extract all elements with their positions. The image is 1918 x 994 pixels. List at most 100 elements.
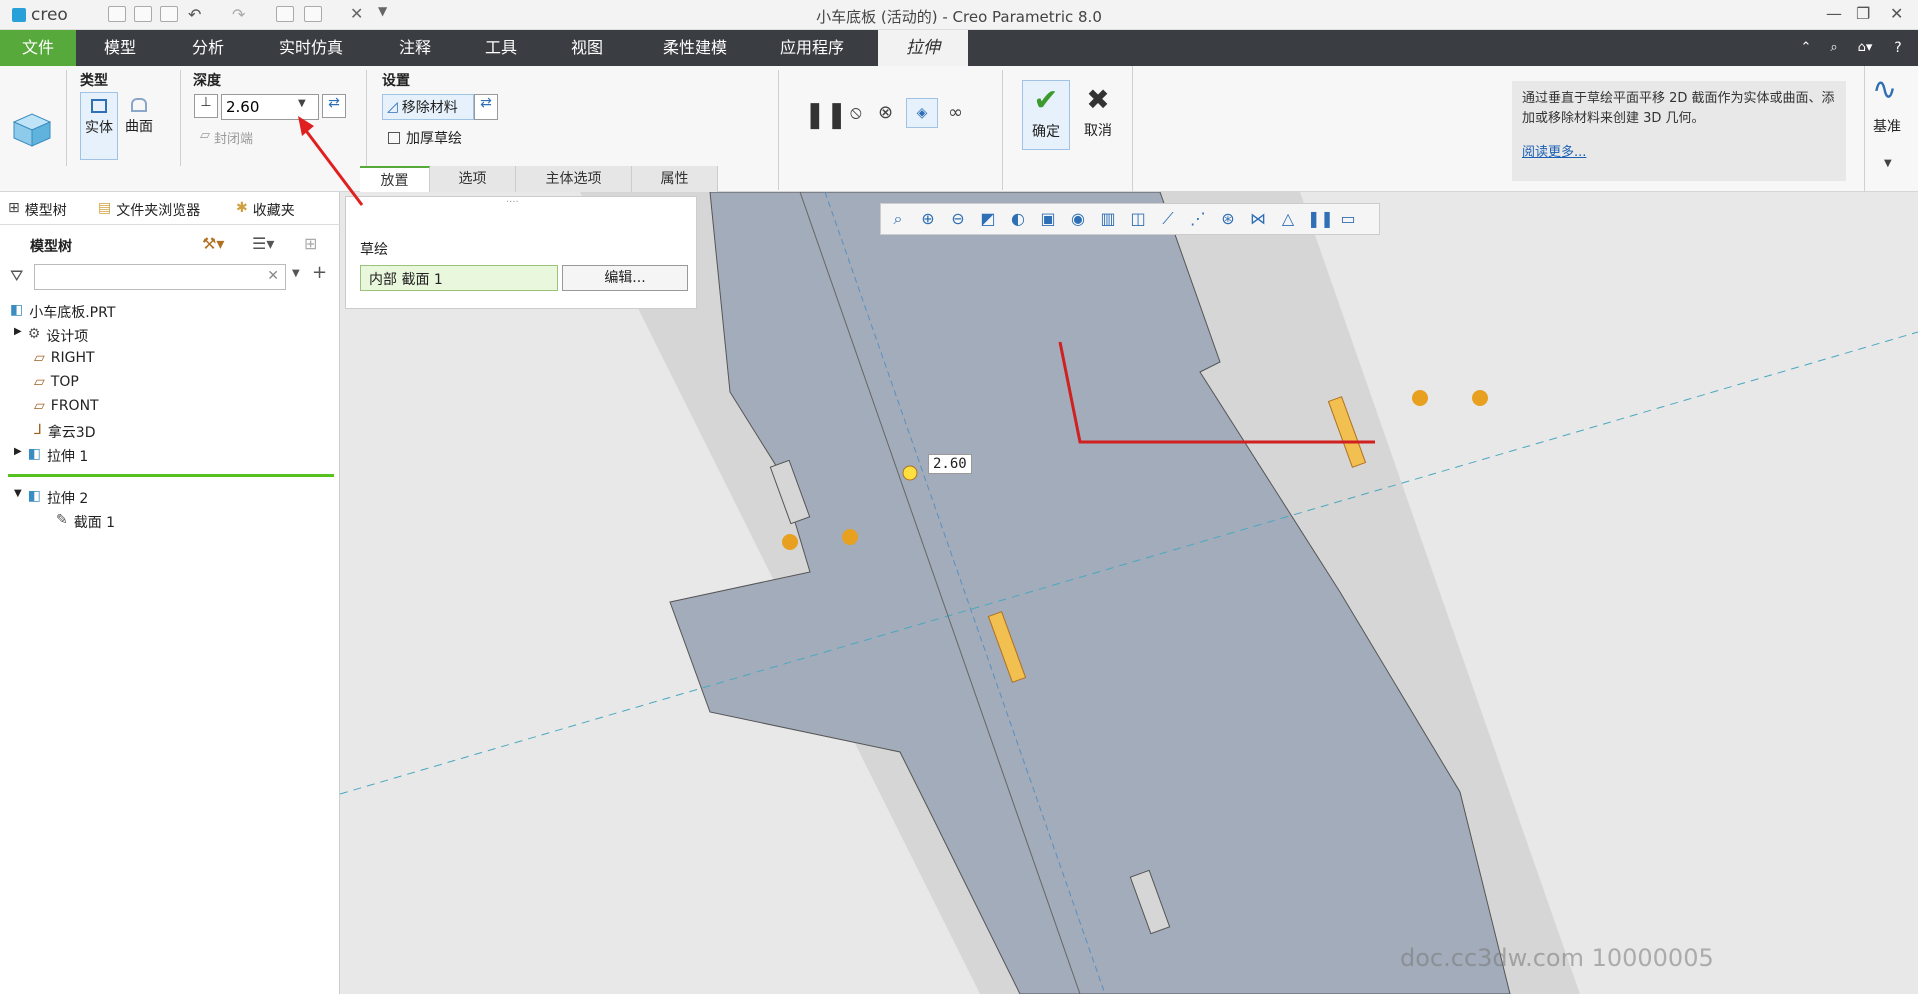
tab-placement[interactable]: 放置 xyxy=(360,166,430,192)
menu-view[interactable]: 视图 xyxy=(552,30,622,66)
tab-properties[interactable]: 属性 xyxy=(632,166,718,192)
model-tree-panel: ⊞ 模型树 ▤ 文件夹浏览器 ✱ 收藏夹 模型树 ⚒▾ ☰▾ ⊞ ⛛ ✕ ▼ + ◧ 小… xyxy=(0,192,340,994)
depth-group-label: 深度 xyxy=(193,73,221,89)
search-icon[interactable]: ⌕ xyxy=(1824,30,1844,66)
tree-item-section-1[interactable]: ✎ 截面 1 xyxy=(56,512,115,532)
minimize-icon[interactable]: — xyxy=(1826,4,1842,23)
tab-favorites[interactable]: ✱ 收藏夹 xyxy=(236,200,295,220)
tree-item-extrude-2[interactable]: ▼ ◧ 拉伸 2 xyxy=(14,488,88,508)
tree-item-design-items[interactable]: ▶ ⚙ 设计项 xyxy=(14,326,88,346)
verify-mode-icon[interactable]: ∞ xyxy=(948,102,963,123)
datum-display-icon[interactable]: ⟋ xyxy=(1157,208,1179,230)
remove-material-button[interactable]: ◿ 移除材料 xyxy=(382,94,474,120)
tab-body-options[interactable]: 主体选项 xyxy=(516,166,632,192)
read-more-link[interactable]: 阅读更多... xyxy=(1522,143,1836,163)
no-preview-icon[interactable]: ⦸ xyxy=(850,102,862,123)
flip-material-icon[interactable]: ⇄ xyxy=(474,94,498,120)
annotation-display-icon[interactable]: ⋰ xyxy=(1187,208,1209,230)
insert-indicator[interactable] xyxy=(8,474,334,477)
tree-item-extrude-1[interactable]: ▶ ◧ 拉伸 1 xyxy=(14,446,88,466)
expand-icon[interactable]: ▶ xyxy=(14,326,22,346)
add-filter-icon[interactable]: + xyxy=(312,262,327,283)
pause-view-icon[interactable]: ❚❚ xyxy=(1307,208,1334,230)
surface-icon xyxy=(131,98,147,112)
sketch-hole[interactable] xyxy=(782,534,798,550)
datum-label[interactable]: 基准 xyxy=(1873,116,1901,136)
drag-handle[interactable] xyxy=(902,465,918,481)
menu-file[interactable]: 文件 xyxy=(0,30,76,66)
menu-model[interactable]: 模型 xyxy=(86,30,154,66)
minimize-ribbon-icon[interactable]: ⌃ xyxy=(1796,30,1816,66)
cap-ends-option[interactable]: ▱ 封闭端 xyxy=(200,128,253,147)
tab-folder-browser[interactable]: ▤ 文件夹浏览器 xyxy=(98,200,200,220)
menu-flexible-modeling[interactable]: 柔性建模 xyxy=(650,30,740,66)
learning-icon[interactable]: ⌂▾ xyxy=(1850,30,1880,66)
menu-tools[interactable]: 工具 xyxy=(466,30,536,66)
maximize-icon[interactable]: ❐ xyxy=(1856,4,1870,23)
section-icon[interactable]: ◫ xyxy=(1127,208,1149,230)
sketch-hole[interactable] xyxy=(842,529,858,545)
folder-icon: ▤ xyxy=(98,200,112,216)
spin-center-icon[interactable]: ⊛ xyxy=(1217,208,1239,230)
watermark-area xyxy=(1780,932,1910,962)
tree-settings-icon[interactable]: ⚒▾ xyxy=(202,234,224,253)
tree-item-top[interactable]: ▱ TOP xyxy=(34,374,79,390)
tree-item-csys[interactable]: ⅃ 拿云3D xyxy=(34,422,96,442)
search-dropdown-icon[interactable]: ▼ xyxy=(292,268,300,279)
hide-toolbar-icon[interactable]: ▭ xyxy=(1337,208,1359,230)
view-manager-icon[interactable]: ◉ xyxy=(1067,208,1089,230)
sketch-view-icon[interactable]: ⋈ xyxy=(1247,208,1269,230)
perspective-icon[interactable]: ▥ xyxy=(1097,208,1119,230)
sketch-collector[interactable]: 内部 截面 1 xyxy=(360,265,558,291)
help-icon[interactable]: ? xyxy=(1888,30,1908,66)
simulation-icon[interactable]: △ xyxy=(1277,208,1299,230)
thicken-checkbox[interactable] xyxy=(388,132,400,144)
tree-item-label: 拉伸 1 xyxy=(46,449,89,465)
edit-sketch-button[interactable]: 编辑... xyxy=(562,265,688,291)
menu-simulation[interactable]: 实时仿真 xyxy=(266,30,356,66)
preview-icon[interactable]: ⊗ xyxy=(878,102,893,123)
surface-button[interactable]: 曲面 xyxy=(120,92,158,160)
confirm-button[interactable]: ✔ 确定 xyxy=(1022,80,1070,150)
expand-icon[interactable]: ▶ xyxy=(14,446,22,466)
pause-icon[interactable]: ❚❚ xyxy=(804,100,848,130)
menu-analysis[interactable]: 分析 xyxy=(174,30,242,66)
menu-annotation[interactable]: 注释 xyxy=(380,30,450,66)
geometry-preview-icon[interactable]: ◈ xyxy=(906,98,938,128)
depth-dimension-label[interactable]: 2.60 xyxy=(928,454,972,474)
sketch-hole[interactable] xyxy=(1412,390,1428,406)
design-items-icon: ⚙ xyxy=(27,326,41,342)
cancel-button[interactable]: ✖ 取消 xyxy=(1074,80,1122,150)
clear-search-icon[interactable]: ✕ xyxy=(267,268,279,284)
tab-options[interactable]: 选项 xyxy=(430,166,516,192)
tree-search-input[interactable]: ✕ xyxy=(34,264,286,290)
zoom-in-icon[interactable]: ⊕ xyxy=(917,208,939,230)
display-style-icon[interactable]: ◐ xyxy=(1007,208,1029,230)
zoom-out-icon[interactable]: ⊖ xyxy=(947,208,969,230)
solid-button[interactable]: 实体 xyxy=(80,92,118,160)
collapse-icon[interactable]: ▼ xyxy=(14,488,22,508)
thicken-sketch-option[interactable]: 加厚草绘 xyxy=(388,128,462,148)
info-text: 通过垂直于草绘平面平移 2D 截面作为实体或曲面、添加或移除材料来创建 3D 几… xyxy=(1522,91,1835,126)
tree-item-part[interactable]: ◧ 小车底板.PRT xyxy=(10,302,115,322)
repaint-icon[interactable]: ◩ xyxy=(977,208,999,230)
model-graphics[interactable] xyxy=(340,192,1918,994)
datum-dropdown-icon[interactable]: ▼ xyxy=(1884,158,1892,169)
tab-model-tree[interactable]: ⊞ 模型树 xyxy=(8,200,67,220)
close-icon[interactable]: ✕ xyxy=(1890,4,1903,23)
tree-item-front[interactable]: ▱ FRONT xyxy=(34,398,99,414)
coordinate-system-icon: ⅃ xyxy=(34,422,42,438)
menu-applications[interactable]: 应用程序 xyxy=(764,30,860,66)
drag-handle-icon[interactable]: ···· xyxy=(506,197,519,208)
graphics-viewport[interactable]: 2.60 doc.cc3dw.com 10000005 xyxy=(340,192,1918,994)
depth-dropdown-icon[interactable]: ▼ xyxy=(298,98,306,109)
tree-item-right[interactable]: ▱ RIGHT xyxy=(34,350,95,366)
datum-icon[interactable]: ∿ xyxy=(1872,72,1897,107)
tree-filter-settings-icon[interactable]: ⊞ xyxy=(304,234,317,253)
menu-extrude[interactable]: 拉伸 xyxy=(878,30,968,66)
tree-show-icon[interactable]: ☰▾ xyxy=(252,234,274,253)
zoom-fit-icon[interactable]: ⌕ xyxy=(887,208,909,230)
sketch-hole[interactable] xyxy=(1472,390,1488,406)
saved-views-icon[interactable]: ▣ xyxy=(1037,208,1059,230)
depth-option-icon[interactable]: ⊥ xyxy=(194,94,218,118)
